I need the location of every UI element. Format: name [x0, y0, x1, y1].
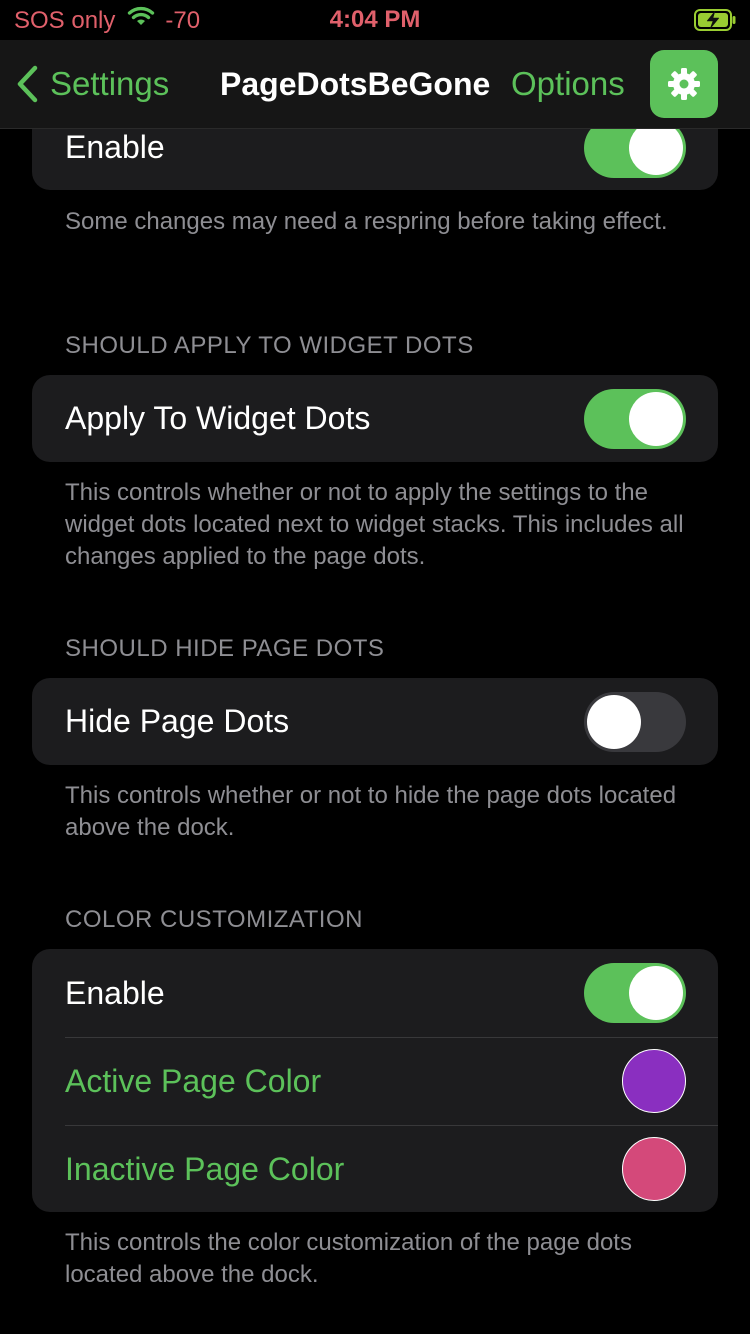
- inactive-page-color-label: Inactive Page Color: [65, 1151, 345, 1187]
- widget-dots-footer: This controls whether or not to apply th…: [65, 479, 684, 570]
- gear-icon: [668, 68, 700, 100]
- carrier-text: SOS only: [14, 6, 116, 34]
- navigation-bar: Settings PageDotsBeGone Options: [0, 40, 750, 129]
- hide-page-dots-footer: This controls whether or not to hide the…: [65, 782, 677, 841]
- apply-widget-dots-row[interactable]: Apply To Widget Dots: [32, 375, 718, 462]
- color-customization-footer: This controls the color customization of…: [65, 1229, 632, 1288]
- apply-widget-dots-toggle[interactable]: [584, 389, 686, 449]
- chevron-left-icon: [17, 65, 38, 103]
- active-page-color-swatch[interactable]: [622, 1049, 686, 1113]
- color-enable-label: Enable: [65, 975, 165, 1011]
- hide-page-dots-header: SHOULD HIDE PAGE DOTS: [65, 635, 385, 662]
- color-enable-toggle[interactable]: [584, 963, 686, 1023]
- active-page-color-label: Active Page Color: [65, 1063, 322, 1099]
- back-button[interactable]: Settings: [16, 40, 169, 128]
- gear-button[interactable]: [650, 50, 718, 118]
- toggle-knob: [629, 966, 683, 1020]
- widget-dots-header: SHOULD APPLY TO WIDGET DOTS: [65, 332, 474, 359]
- color-customization-group: Enable Active Page Color Inactive Page C…: [32, 949, 718, 1212]
- toggle-knob: [587, 695, 641, 749]
- color-enable-row[interactable]: Enable: [32, 949, 718, 1037]
- hide-page-dots-row[interactable]: Hide Page Dots: [32, 678, 718, 765]
- battery-charging-icon: [694, 9, 736, 31]
- status-bar: SOS only -70 4:04 PM: [0, 0, 750, 40]
- hide-page-dots-group: Hide Page Dots: [32, 678, 718, 765]
- apply-widget-dots-label: Apply To Widget Dots: [65, 400, 371, 436]
- status-left: SOS only -70: [14, 6, 200, 35]
- toggle-knob: [629, 392, 683, 446]
- active-page-color-row[interactable]: Active Page Color: [32, 1037, 718, 1125]
- hide-page-dots-toggle[interactable]: [584, 692, 686, 752]
- enable-footer: Some changes may need a respring before …: [65, 208, 668, 235]
- hide-page-dots-label: Hide Page Dots: [65, 703, 290, 739]
- inactive-page-color-row[interactable]: Inactive Page Color: [32, 1125, 718, 1212]
- inactive-page-color-swatch[interactable]: [622, 1137, 686, 1201]
- wifi-icon: [127, 6, 155, 35]
- page-title: PageDotsBeGone: [220, 66, 491, 102]
- signal-strength-text: -70: [165, 6, 201, 34]
- widget-dots-group: Apply To Widget Dots: [32, 375, 718, 462]
- options-button[interactable]: Options: [511, 40, 625, 128]
- toggle-knob: [629, 121, 683, 175]
- color-customization-header: COLOR CUSTOMIZATION: [65, 906, 363, 933]
- back-label: Settings: [50, 65, 170, 102]
